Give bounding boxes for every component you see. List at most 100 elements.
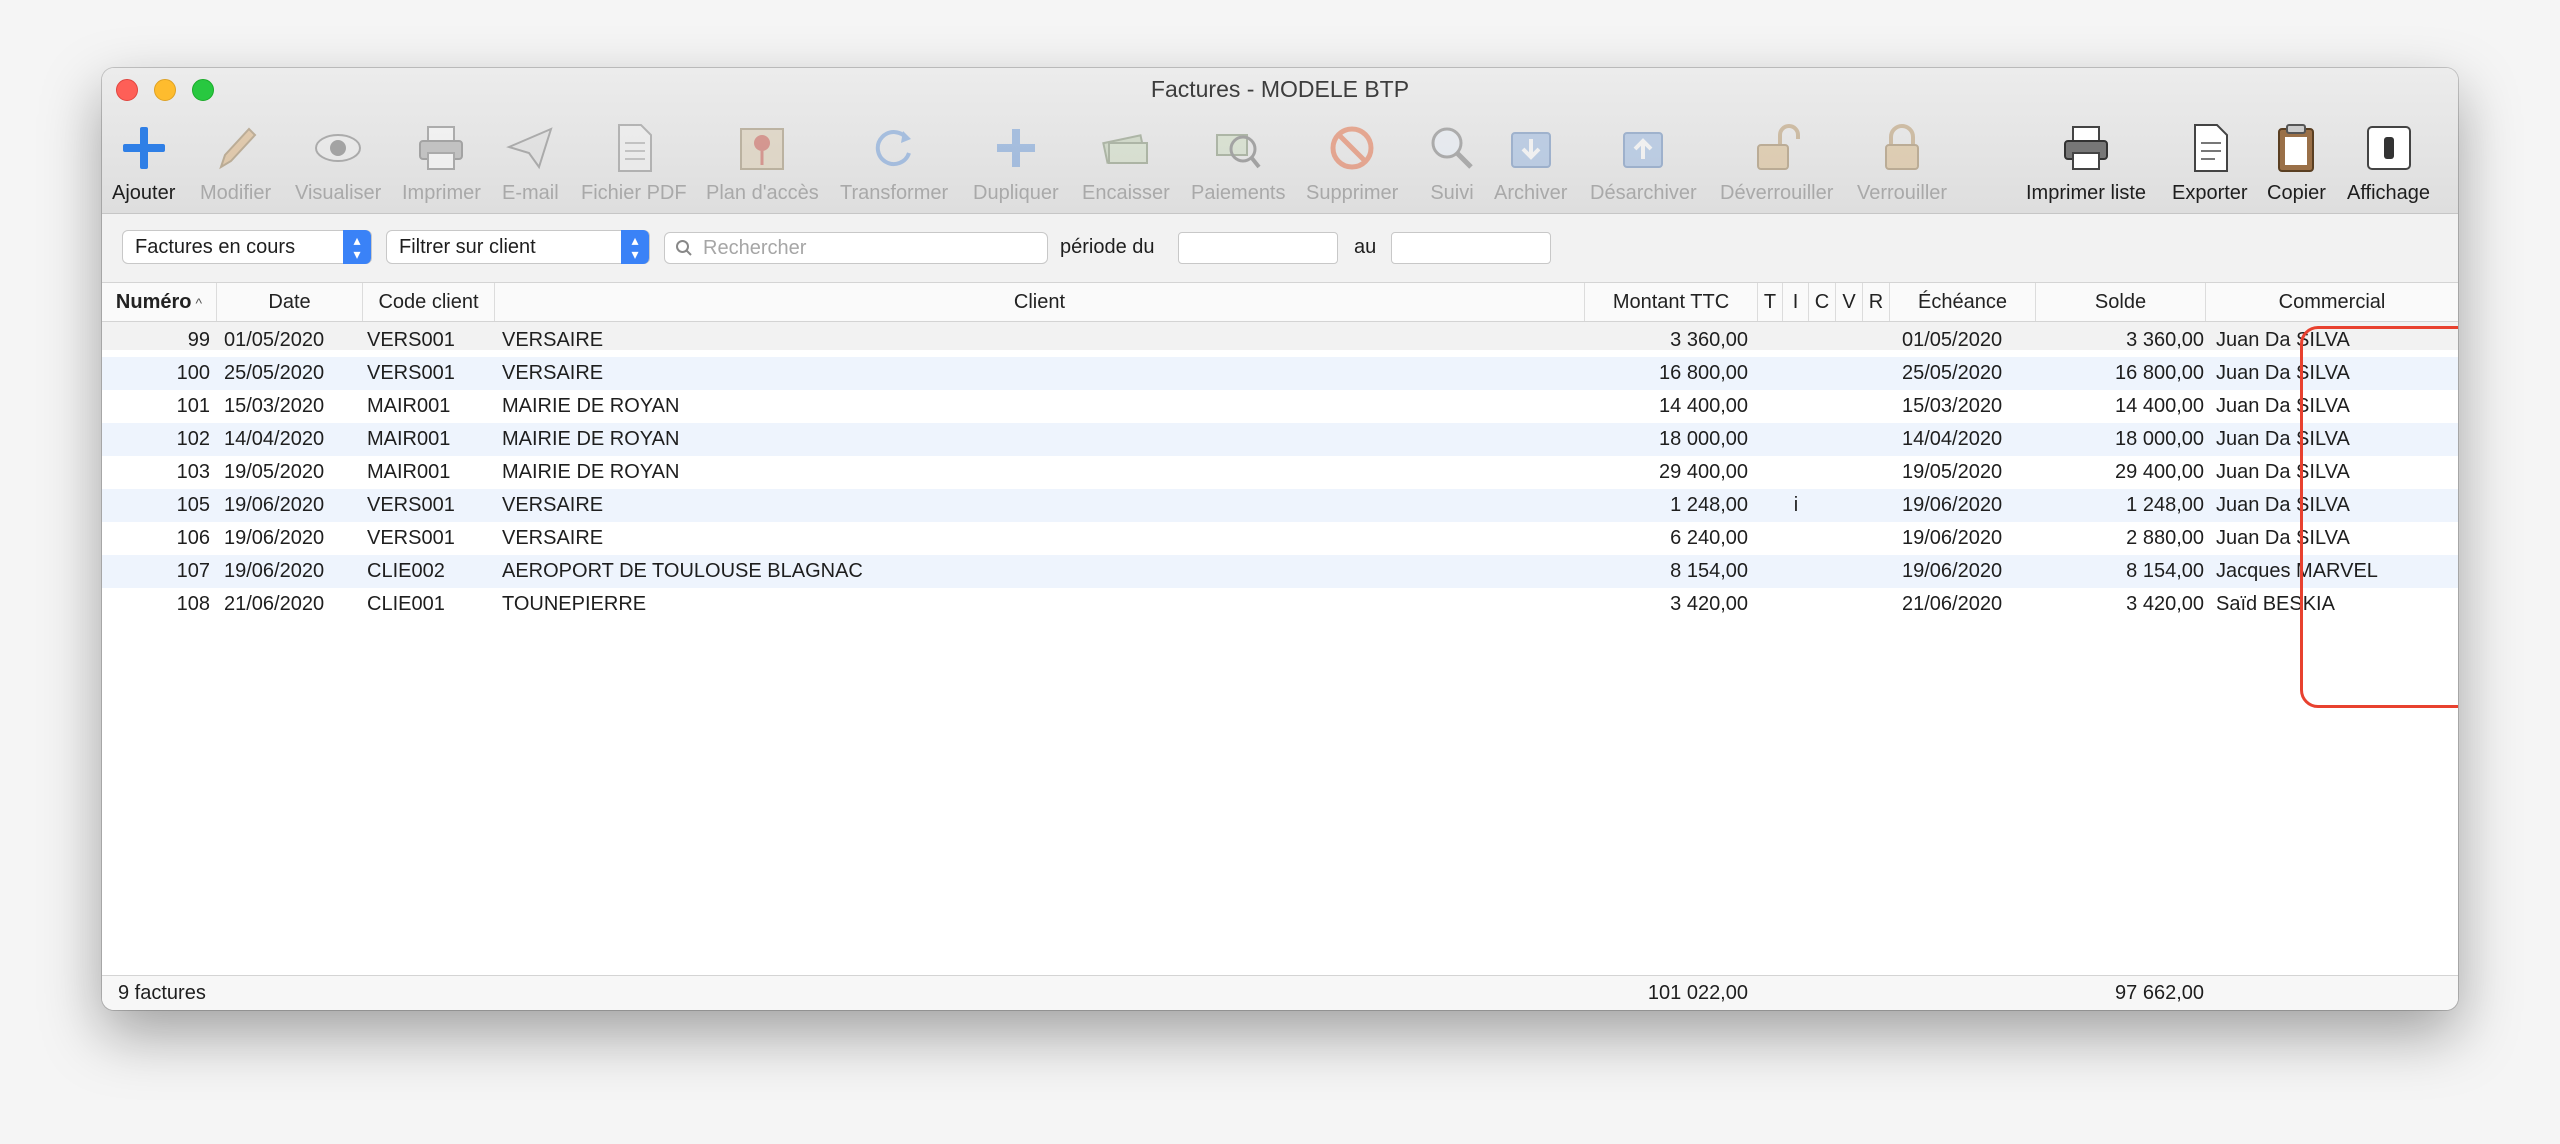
table-row[interactable]: 100 25/05/2020 VERS001 VERSAIRE 16 800,00 25/…	[102, 357, 2458, 390]
cell-date: 19/05/2020	[224, 461, 325, 483]
search-icon	[676, 240, 692, 256]
cell-echeance: 01/05/2020	[1902, 329, 2003, 351]
window-title: Factures - MODELE BTP	[1150, 76, 1410, 102]
column-header-echeance[interactable]: Échéance	[1890, 283, 2036, 321]
column-header-c[interactable]: C	[1809, 283, 1836, 321]
cell-date: 15/03/2020	[224, 395, 325, 417]
table-row[interactable]: 103 19/05/2020 MAIR001 MAIRIE DE ROYAN 29 40…	[102, 456, 2458, 489]
cell-client: VERSAIRE	[502, 362, 604, 384]
magnifying-glass-icon	[1431, 127, 1473, 169]
printer-icon	[419, 126, 464, 170]
column-header-r[interactable]: R	[1863, 283, 1890, 321]
cell-solde: 29 400,00	[2115, 461, 2204, 483]
dupliquer-button[interactable]: Dupliquer	[973, 118, 1059, 210]
cell-date: 19/06/2020	[224, 527, 325, 549]
cell-echeance: 14/04/2020	[1902, 428, 2003, 450]
transformer-label: Transformer	[840, 182, 949, 204]
archiver-label: Archiver	[1494, 182, 1568, 204]
imprimer-liste-label: Imprimer liste	[2026, 182, 2147, 204]
table-row[interactable]: 105 19/06/2020 VERS001 VERSAIRE 1 248,00 i 19/…	[102, 489, 2458, 522]
cell-code-client: VERS001	[367, 494, 455, 516]
chevron-up-down-icon: ▴ ▾	[343, 230, 371, 264]
affichage-label: Affichage	[2347, 182, 2431, 204]
column-header-client[interactable]: Client	[495, 283, 1585, 321]
client-filter-value: Filtrer sur client	[399, 236, 536, 258]
cell-i	[1783, 423, 1809, 456]
column-header-solde[interactable]: Solde	[2036, 283, 2206, 321]
cell-numero: 103	[176, 461, 210, 483]
table-row[interactable]: 101 15/03/2020 MAIR001 MAIRIE DE ROYAN 14 40…	[102, 390, 2458, 423]
period-start-field[interactable]	[1178, 232, 1338, 264]
email-button[interactable]: E-mail	[502, 118, 559, 210]
cell-numero: 100	[176, 362, 210, 384]
total-montant: 101 022,00	[1647, 982, 1748, 1004]
cell-code-client: VERS001	[367, 329, 455, 351]
column-header-label: Numéro	[115, 291, 192, 313]
duplicate-plus-icon	[996, 129, 1035, 167]
verrouiller-button[interactable]: Verrouiller	[1857, 118, 1947, 210]
supprimer-button[interactable]: Supprimer	[1306, 118, 1398, 210]
archiver-button[interactable]: Archiver	[1494, 118, 1567, 210]
cell-montant: 3 360,00	[1670, 329, 1748, 351]
period-end-field[interactable]	[1391, 232, 1551, 264]
cell-code-client: MAIR001	[367, 395, 451, 417]
imprimer-button[interactable]: Imprimer	[402, 118, 481, 210]
visualiser-label: Visualiser	[295, 182, 382, 204]
period-label: période du	[1060, 236, 1155, 258]
column-header-montant[interactable]: Montant TTC	[1585, 283, 1758, 321]
desarchiver-button[interactable]: Désarchiver	[1590, 118, 1697, 210]
affichage-button[interactable]: Affichage	[2347, 118, 2430, 210]
map-pin-icon	[740, 128, 785, 170]
modifier-button[interactable]: Modifier	[200, 118, 271, 210]
column-header-commercial[interactable]: Commercial	[2206, 283, 2458, 321]
cell-code-client: VERS001	[367, 527, 455, 549]
imprimer-liste-button[interactable]: Imprimer liste	[2026, 118, 2146, 210]
column-header-date[interactable]: Date	[217, 283, 363, 321]
window-titlebar: Factures - MODELE BTP Ajouter Modifier V…	[102, 68, 2458, 214]
table-row[interactable]: 102 14/04/2020 MAIR001 MAIRIE DE ROYAN 18 00…	[102, 423, 2458, 456]
copier-button[interactable]: Copier	[2267, 118, 2326, 210]
cell-date: 01/05/2020	[224, 329, 325, 351]
cell-client: VERSAIRE	[502, 527, 604, 549]
client-filter-select[interactable]: Filtrer sur client ▴ ▾	[386, 230, 650, 264]
supprimer-label: Supprimer	[1306, 182, 1399, 204]
cell-date: 19/06/2020	[224, 560, 325, 582]
column-header-numero[interactable]: Numéro ^	[102, 283, 217, 321]
cell-numero: 108	[176, 593, 210, 615]
plus-icon	[122, 127, 165, 169]
unlock-icon	[1756, 124, 1800, 170]
paiements-label: Paiements	[1191, 182, 1286, 204]
suivi-button[interactable]: Suivi	[1424, 118, 1480, 210]
cell-echeance: 15/03/2020	[1902, 395, 2003, 417]
table-row[interactable]: 106 19/06/2020 VERS001 VERSAIRE 6 240,00 19/0…	[102, 522, 2458, 555]
cell-date: 19/06/2020	[224, 494, 325, 516]
transformer-button[interactable]: Transformer	[840, 118, 948, 210]
cell-echeance: 19/06/2020	[1902, 560, 2003, 582]
column-header-t[interactable]: T	[1758, 283, 1783, 321]
encaisser-button[interactable]: Encaisser	[1082, 118, 1170, 210]
visualiser-button[interactable]: Visualiser	[295, 118, 381, 210]
exporter-button[interactable]: Exporter	[2172, 118, 2248, 210]
cell-numero: 106	[176, 527, 210, 549]
status-select[interactable]: Factures en cours ▴ ▾	[122, 230, 372, 264]
cell-numero: 102	[176, 428, 210, 450]
plan-acces-button[interactable]: Plan d'accès	[706, 118, 819, 210]
table-row[interactable]: 108 21/06/2020 CLIE001 TOUNEPIERRE 3 420,00 2…	[102, 588, 2458, 621]
lock-icon	[1885, 124, 1920, 170]
deverrouiller-button[interactable]: Déverrouiller	[1720, 118, 1833, 210]
search-input[interactable]: Rechercher	[664, 232, 1048, 264]
paiements-button[interactable]: Paiements	[1191, 118, 1286, 210]
column-header-i[interactable]: I	[1783, 283, 1809, 321]
cell-i	[1783, 522, 1809, 555]
cell-solde: 3 420,00	[2126, 593, 2204, 615]
fichier-pdf-button[interactable]: Fichier PDF	[581, 118, 687, 210]
column-header-v[interactable]: V	[1836, 283, 1863, 321]
column-header-code-client[interactable]: Code client	[363, 283, 495, 321]
prohibited-icon	[1330, 126, 1374, 170]
cell-montant: 8 154,00	[1670, 560, 1748, 582]
ajouter-button[interactable]: Ajouter	[112, 118, 175, 210]
table-row[interactable]: 99 01/05/2020 VERS001 VERSAIRE 3 360,00 01/05…	[102, 324, 2458, 357]
table-row[interactable]: 107 19/06/2020 CLIE002 AEROPORT DE TOULOUSE…	[102, 555, 2458, 588]
cell-date: 25/05/2020	[224, 362, 325, 384]
search-placeholder: Rechercher	[703, 237, 807, 259]
